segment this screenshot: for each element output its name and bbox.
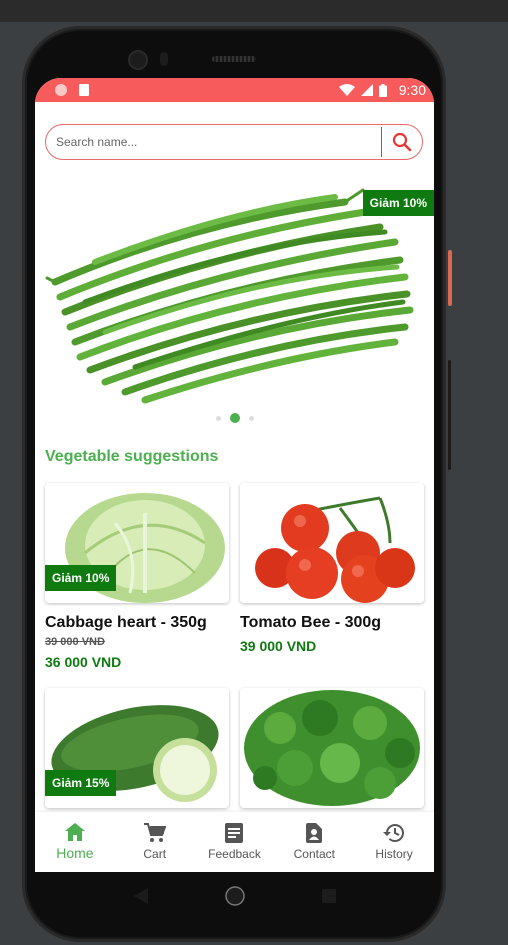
- discount-badge: Giảm 10%: [362, 190, 434, 216]
- nav-cart[interactable]: Cart: [115, 812, 195, 872]
- search-input[interactable]: [56, 127, 381, 157]
- recents-icon[interactable]: [321, 889, 336, 903]
- carousel-dot[interactable]: [215, 415, 221, 421]
- search-bar: [45, 124, 423, 160]
- wifi-icon: [338, 84, 355, 96]
- product-name: Cabbage heart - 350g: [45, 614, 207, 631]
- leafy-greens-image: [244, 690, 420, 806]
- history-icon: [383, 824, 405, 842]
- notification-dot-icon: [55, 84, 67, 96]
- volume-button[interactable]: [448, 360, 451, 470]
- nav-home[interactable]: Home: [35, 812, 115, 872]
- nav-home-label: Home: [56, 845, 94, 861]
- system-navigation-bar: [35, 872, 434, 920]
- carousel-dot[interactable]: [248, 415, 254, 421]
- product-image: Giảm 10%: [45, 483, 229, 603]
- discount-badge: Giảm 15%: [45, 770, 117, 796]
- nav-feedback[interactable]: Feedback: [195, 812, 275, 872]
- nav-history-label: History: [375, 847, 413, 861]
- product-price: 39 000 VND: [240, 638, 317, 654]
- status-bar: 9:30: [35, 78, 434, 102]
- product-card[interactable]: Giảm 10% Cabbage heart - 350g 39 000 VND…: [45, 483, 229, 670]
- section-title: Vegetable suggestions: [45, 448, 219, 465]
- product-old-price: 39 000 VND: [45, 636, 105, 648]
- product-image: Giảm 15%: [45, 688, 229, 808]
- speaker-grill: [212, 56, 256, 62]
- product-image: [240, 688, 424, 808]
- nav-feedback-label: Feedback: [208, 847, 261, 861]
- product-card[interactable]: Giảm 15%: [45, 688, 229, 808]
- app-screen: 9:30 Search name... Giảm 10% Vegetable s…: [35, 78, 434, 872]
- search-icon: [392, 132, 412, 152]
- product-name: Tomato Bee - 300g: [240, 614, 382, 631]
- product-price: 36 000 VND: [45, 654, 122, 670]
- camera-icon: [128, 50, 148, 70]
- search-button[interactable]: [382, 125, 422, 159]
- nav-history[interactable]: History: [354, 812, 434, 872]
- sd-card-icon: [79, 84, 89, 96]
- carousel-indicator: [35, 413, 434, 423]
- product-card[interactable]: Tomato Bee - 300g 39 000 VND: [240, 483, 424, 654]
- tomato-image: [255, 496, 415, 603]
- home-icon: [64, 823, 85, 841]
- emulator-top-strip: [0, 0, 508, 22]
- promo-banner[interactable]: Giảm 10%: [45, 182, 434, 404]
- carousel-dot-active[interactable]: [229, 413, 240, 423]
- sensor: [160, 52, 168, 66]
- product-card[interactable]: [240, 688, 424, 808]
- battery-icon: [378, 83, 387, 97]
- back-icon[interactable]: [133, 888, 148, 904]
- cart-icon: [143, 823, 166, 842]
- nav-cart-label: Cart: [143, 847, 167, 861]
- status-time: 9:30: [398, 82, 426, 98]
- discount-badge: Giảm 10%: [45, 565, 117, 591]
- green-beans-image: [45, 188, 414, 404]
- feedback-icon: [225, 823, 244, 843]
- bottom-navigation: Home Cart Feedback Contact History: [35, 812, 434, 872]
- nav-contact-label: Contact: [293, 847, 335, 861]
- product-image: [240, 483, 424, 603]
- contact-icon: [306, 823, 323, 843]
- home-button-icon[interactable]: [224, 886, 245, 906]
- power-button[interactable]: [448, 250, 452, 306]
- signal-icon: [360, 84, 373, 96]
- nav-contact[interactable]: Contact: [274, 812, 354, 872]
